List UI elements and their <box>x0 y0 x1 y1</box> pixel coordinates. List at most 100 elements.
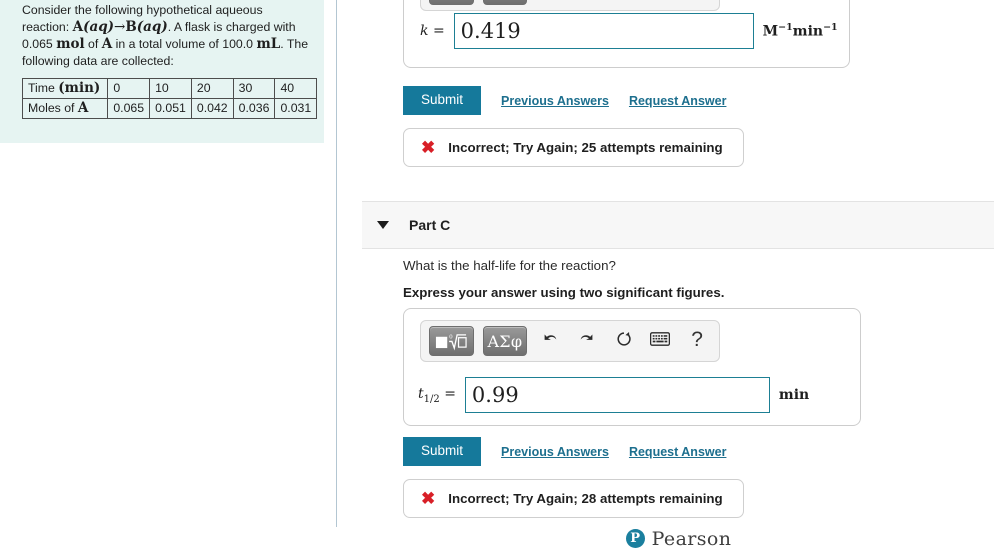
help-question-mark-icon: ? <box>691 327 703 351</box>
undo-button[interactable] <box>536 328 564 354</box>
unit-minutes-exponent: −1 <box>823 22 838 34</box>
keyboard-button[interactable] <box>647 0 675 3</box>
math-template-icon: 0 <box>435 331 467 351</box>
table-cell-moles-3: 0.036 <box>232 98 276 119</box>
greek-symbols-button[interactable]: ΑΣφ <box>482 0 528 5</box>
problem-text: Consider the following hypothetical aque… <box>22 2 310 70</box>
equals-sign: = <box>444 385 456 402</box>
assignment-main-column: 0 ΑΣφ <box>362 0 994 550</box>
part-b-answer-value: 0.419 <box>460 19 521 43</box>
page-footer: P Pearson <box>363 527 994 550</box>
time-unit-label: (min) <box>58 80 101 96</box>
problem-volume-text: in a total volume of 100.0 <box>112 37 257 51</box>
part-b-answer-label: k = <box>420 23 445 39</box>
redo-arrow-icon <box>578 0 596 2</box>
redo-button[interactable] <box>573 328 601 354</box>
problem-line3-tail: . The <box>280 37 309 51</box>
part-c-request-answer-link[interactable]: Request Answer <box>629 445 726 459</box>
undo-arrow-icon <box>541 0 559 2</box>
red-x-icon: ✖ <box>421 488 436 508</box>
table-cell-time-0: 0 <box>107 78 151 99</box>
part-b-submit-row: Submit Previous Answers Request Answer <box>403 86 726 115</box>
part-c-answer-card: 0 ΑΣφ ? t1/2 = 0.99 min <box>403 308 861 426</box>
problem-page: Consider the following hypothetical aque… <box>0 0 994 550</box>
table-cell-time-2: 20 <box>190 78 234 99</box>
reaction-arrow-icon: → <box>114 19 126 35</box>
part-b-math-palette: 0 ΑΣφ <box>420 0 720 11</box>
problem-amount-unit: mol <box>56 36 85 52</box>
red-x-icon: ✖ <box>421 137 436 157</box>
part-c-answer-value: 0.99 <box>471 383 519 407</box>
reset-circular-arrow-icon <box>615 0 633 2</box>
keyboard-button[interactable] <box>647 328 675 354</box>
reset-button[interactable] <box>610 328 638 354</box>
table-row-time: Time (min) 0 10 20 30 40 <box>21 78 318 99</box>
reset-circular-arrow-icon <box>615 330 633 353</box>
chevron-down-icon[interactable] <box>377 221 389 229</box>
greek-symbols-label: ΑΣφ <box>487 331 523 351</box>
redo-arrow-icon <box>578 330 596 353</box>
table-rowheader-time: Time (min) <box>21 78 109 99</box>
part-c-instruction: Express your answer using two significan… <box>403 285 725 300</box>
panel-divider <box>336 0 337 527</box>
undo-arrow-icon <box>541 330 559 353</box>
problem-amount: 0.065 <box>22 37 53 51</box>
part-c-submit-button[interactable]: Submit <box>403 437 482 466</box>
moles-label: Moles of <box>28 101 75 115</box>
part-b-answer-row: k = 0.419 M−1min−1 <box>420 13 838 49</box>
help-question-mark-icon: ? <box>691 0 703 1</box>
reset-button[interactable] <box>610 0 638 3</box>
table-row-moles: Moles of A 0.065 0.051 0.042 0.036 0.031 <box>21 98 318 119</box>
part-b-answer-unit: M−1min−1 <box>763 22 838 40</box>
part-b-answer-input[interactable]: 0.419 <box>453 13 754 49</box>
half-subscript: 1/2 <box>423 393 440 405</box>
equals-sign: = <box>432 23 445 39</box>
product-symbol: B <box>125 19 137 35</box>
table-cell-moles-0: 0.065 <box>107 98 151 119</box>
help-button[interactable]: ? <box>683 328 711 354</box>
reactant-phase: (aq) <box>83 19 115 35</box>
help-button[interactable]: ? <box>683 0 711 3</box>
problem-intro-line2-tail: . A flask is charged with <box>167 20 296 34</box>
table-cell-time-1: 10 <box>149 78 192 99</box>
unit-molarity: M <box>762 23 779 40</box>
table-cell-moles-2: 0.042 <box>190 98 234 119</box>
pearson-logo-icon: P <box>625 529 645 548</box>
greek-symbols-button[interactable]: ΑΣφ <box>482 326 528 356</box>
math-template-button[interactable]: 0 <box>429 326 474 356</box>
redo-button[interactable] <box>573 0 601 3</box>
part-c-title: Part C <box>409 217 451 233</box>
problem-of-word: of <box>84 37 102 51</box>
part-c-math-palette: 0 ΑΣφ ? <box>420 320 720 362</box>
part-c-answer-label: t1/2 = <box>418 386 456 405</box>
table-cell-moles-4: 0.031 <box>274 98 318 119</box>
pearson-logo-letter: P <box>630 531 640 546</box>
part-b-request-answer-link[interactable]: Request Answer <box>629 94 726 108</box>
part-c-answer-input[interactable]: 0.99 <box>464 377 770 413</box>
unit-minutes: min <box>792 23 824 40</box>
part-b-feedback-text: Incorrect; Try Again; 25 attempts remain… <box>448 140 723 155</box>
problem-intro-line1: Consider the following hypothetical aque… <box>22 3 263 17</box>
part-c-answer-unit: min <box>778 387 810 403</box>
table-rowheader-moles: Moles of A <box>21 98 109 119</box>
part-c-feedback-text: Incorrect; Try Again; 28 attempts remain… <box>448 491 723 506</box>
problem-volume-unit: mL <box>256 36 281 52</box>
part-b-previous-answers-link[interactable]: Previous Answers <box>501 94 609 108</box>
problem-intro-line4: following data are collected: <box>22 54 174 68</box>
part-c-previous-answers-link[interactable]: Previous Answers <box>501 445 609 459</box>
k-symbol: k <box>420 23 429 39</box>
undo-button[interactable] <box>536 0 564 3</box>
math-template-button[interactable]: 0 <box>429 0 474 5</box>
pearson-brand-label: Pearson <box>651 527 732 550</box>
problem-statement-panel: Consider the following hypothetical aque… <box>0 0 324 143</box>
table-cell-time-4: 40 <box>274 78 318 99</box>
part-c-question: What is the half-life for the reaction? <box>403 258 616 273</box>
part-c-submit-row: Submit Previous Answers Request Answer <box>403 437 726 466</box>
table-cell-moles-1: 0.051 <box>149 98 192 119</box>
time-label: Time <box>28 81 55 95</box>
part-b-submit-button[interactable]: Submit <box>403 86 482 115</box>
svg-text:0: 0 <box>449 335 453 341</box>
problem-reaction-prefix: reaction: <box>22 20 73 34</box>
part-c-header[interactable]: Part C <box>362 201 994 249</box>
problem-species: A <box>101 36 113 52</box>
